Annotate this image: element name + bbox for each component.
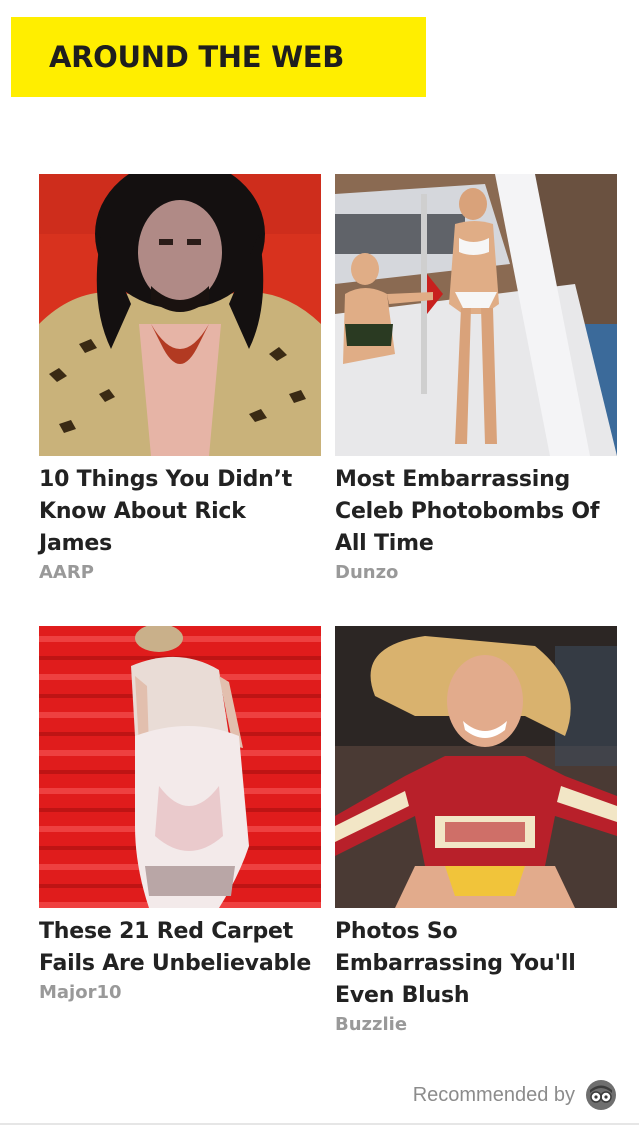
card-title[interactable]: Most Embarrassing Celeb Photobombs Of Al… (335, 464, 617, 560)
card-thumbnail[interactable] (39, 626, 321, 908)
red-carpet-photo-icon (39, 626, 321, 908)
recommendation-card[interactable]: Photos So Embarrassing You'll Even Blush… (335, 626, 617, 1038)
recommended-by-label: Recommended by (412, 1083, 575, 1106)
cheerleader-photo-icon (335, 626, 617, 908)
card-source: Buzzlie (335, 1014, 408, 1035)
card-source: Major10 (39, 982, 122, 1003)
section-header: AROUND THE WEB (11, 17, 426, 97)
card-title[interactable]: 10 Things You Didn’t Know About Rick Jam… (39, 464, 321, 560)
card-source: AARP (39, 562, 94, 583)
recommended-by-link[interactable]: Recommended by (413, 1077, 617, 1113)
yacht-photo-icon (335, 174, 617, 456)
outbrain-logo-icon (586, 1080, 616, 1110)
portrait-photo-icon (39, 174, 321, 456)
card-thumbnail[interactable] (335, 626, 617, 908)
card-thumbnail[interactable] (39, 174, 321, 456)
recommendation-card[interactable]: 10 Things You Didn’t Know About Rick Jam… (39, 174, 321, 586)
card-title[interactable]: These 21 Red Carpet Fails Are Unbelievab… (39, 916, 321, 980)
section-title: AROUND THE WEB (49, 40, 345, 74)
card-title[interactable]: Photos So Embarrassing You'll Even Blush (335, 916, 617, 1012)
card-thumbnail[interactable] (335, 174, 617, 456)
bottom-divider (0, 1123, 639, 1125)
card-source: Dunzo (335, 562, 399, 583)
recommendation-card[interactable]: These 21 Red Carpet Fails Are Unbelievab… (39, 626, 321, 1006)
recommendation-card[interactable]: Most Embarrassing Celeb Photobombs Of Al… (335, 174, 617, 586)
